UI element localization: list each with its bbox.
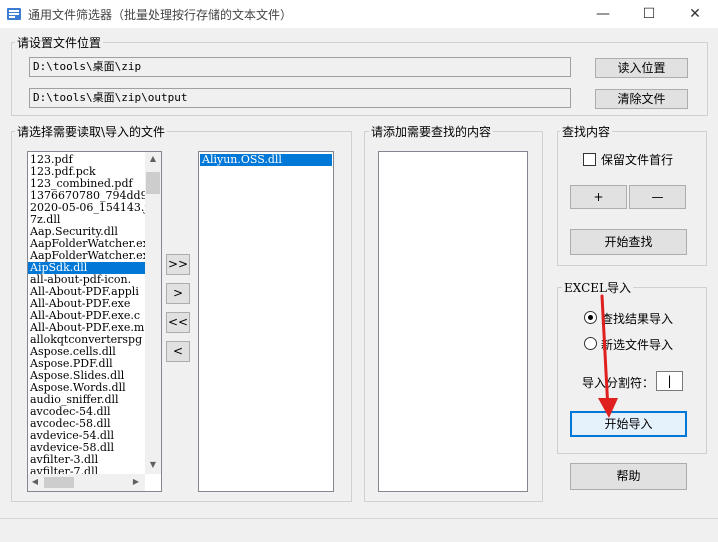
source-file-item[interactable]: 123_combined.pdf xyxy=(28,178,145,190)
scroll-left-arrow-icon[interactable]: ◀ xyxy=(30,477,40,486)
search-content-group-label: 请添加需要查找的内容 xyxy=(369,123,494,140)
remove-search-item-button[interactable]: — xyxy=(629,185,686,209)
minimize-button[interactable]: — xyxy=(580,0,626,28)
source-file-item[interactable]: avdevice-58.dll xyxy=(28,442,145,454)
file-selection-group-label: 请选择需要读取\导入的文件 xyxy=(15,123,168,140)
search-content-list[interactable] xyxy=(378,151,528,492)
selected-file-item[interactable]: Aliyun.OSS.dll xyxy=(200,154,332,166)
help-button[interactable]: 帮助 xyxy=(570,463,687,490)
move-left-button[interactable]: < xyxy=(166,341,190,362)
selected-file-list[interactable]: Aliyun.OSS.dll xyxy=(198,151,334,492)
scroll-down-arrow-icon[interactable]: ▼ xyxy=(145,460,161,469)
source-file-item[interactable]: Aspose.Words.dll xyxy=(28,382,145,394)
move-all-left-button[interactable]: << xyxy=(166,312,190,333)
source-path-field[interactable]: D:\tools\桌面\zip xyxy=(29,57,571,77)
source-file-item[interactable]: avfilter-3.dll xyxy=(28,454,145,466)
source-file-item[interactable]: All-About-PDF.exe xyxy=(28,298,145,310)
clear-files-button[interactable]: 清除文件 xyxy=(595,89,688,109)
source-list-hscroll[interactable]: ◀ ▶ xyxy=(28,474,145,491)
status-bar xyxy=(0,518,718,542)
source-list-vscroll-thumb[interactable] xyxy=(146,172,160,194)
source-file-item[interactable]: Aspose.PDF.dll xyxy=(28,358,145,370)
source-file-item[interactable]: avcodec-58.dll xyxy=(28,418,145,430)
source-list-hscroll-thumb[interactable] xyxy=(44,477,74,488)
source-file-item[interactable]: avdevice-54.dll xyxy=(28,430,145,442)
source-file-item[interactable]: AapFolderWatcher.ex xyxy=(28,250,145,262)
keep-first-line-checkbox[interactable] xyxy=(583,153,596,166)
window-title: 通用文件筛选器（批量处理按行存储的文本文件） xyxy=(28,8,293,22)
source-file-item[interactable]: All-About-PDF.appli xyxy=(28,286,145,298)
move-right-button[interactable]: > xyxy=(166,283,190,304)
scroll-up-arrow-icon[interactable]: ▲ xyxy=(145,154,161,163)
search-group-label: 查找内容 xyxy=(560,123,613,140)
annotation-arrow-icon xyxy=(598,294,618,418)
separator-input[interactable]: | xyxy=(656,371,683,391)
source-file-item[interactable]: allokqtconverterspg xyxy=(28,334,145,346)
source-file-item[interactable]: audio_sniffer.dll xyxy=(28,394,145,406)
source-list-vscroll[interactable]: ▲ ▼ xyxy=(145,152,161,474)
add-search-item-button[interactable]: + xyxy=(570,185,627,209)
scroll-right-arrow-icon[interactable]: ▶ xyxy=(131,477,141,486)
source-file-item[interactable]: AipSdk.dll xyxy=(28,262,145,274)
source-file-item[interactable]: AapFolderWatcher.ex xyxy=(28,238,145,250)
source-file-item[interactable]: avcodec-54.dll xyxy=(28,406,145,418)
source-file-item[interactable]: All-About-PDF.exe.m xyxy=(28,322,145,334)
app-icon xyxy=(6,6,22,22)
source-file-item[interactable]: Aap.Security.dll xyxy=(28,226,145,238)
source-file-list[interactable]: 123.pdf 123.pdf.pck 123_combined.pdf 137667… xyxy=(27,151,162,492)
source-file-item[interactable]: all-about-pdf-icon. xyxy=(28,274,145,286)
source-file-item[interactable]: All-About-PDF.exe.c xyxy=(28,310,145,322)
source-file-item[interactable]: Aspose.Slides.dll xyxy=(28,370,145,382)
close-button[interactable]: ✕ xyxy=(672,0,718,28)
location-group-label: 请设置文件位置 xyxy=(15,34,104,51)
read-location-button[interactable]: 读入位置 xyxy=(595,58,688,78)
source-file-item[interactable]: 7z.dll xyxy=(28,214,145,226)
start-search-button[interactable]: 开始查找 xyxy=(570,229,687,255)
source-file-item[interactable]: Aspose.cells.dll xyxy=(28,346,145,358)
maximize-button[interactable]: ☐ xyxy=(626,0,672,28)
move-all-right-button[interactable]: >> xyxy=(166,254,190,275)
source-file-item[interactable]: 2020-05-06_154143.j xyxy=(28,202,145,214)
output-path-field[interactable]: D:\tools\桌面\zip\output xyxy=(29,88,571,108)
source-file-item[interactable]: 123.pdf.pck xyxy=(28,166,145,178)
keep-first-line-label: 保留文件首行 xyxy=(601,153,674,167)
source-file-item[interactable]: 1376670780_794dd92. xyxy=(28,190,145,202)
source-file-item[interactable]: 123.pdf xyxy=(28,154,145,166)
